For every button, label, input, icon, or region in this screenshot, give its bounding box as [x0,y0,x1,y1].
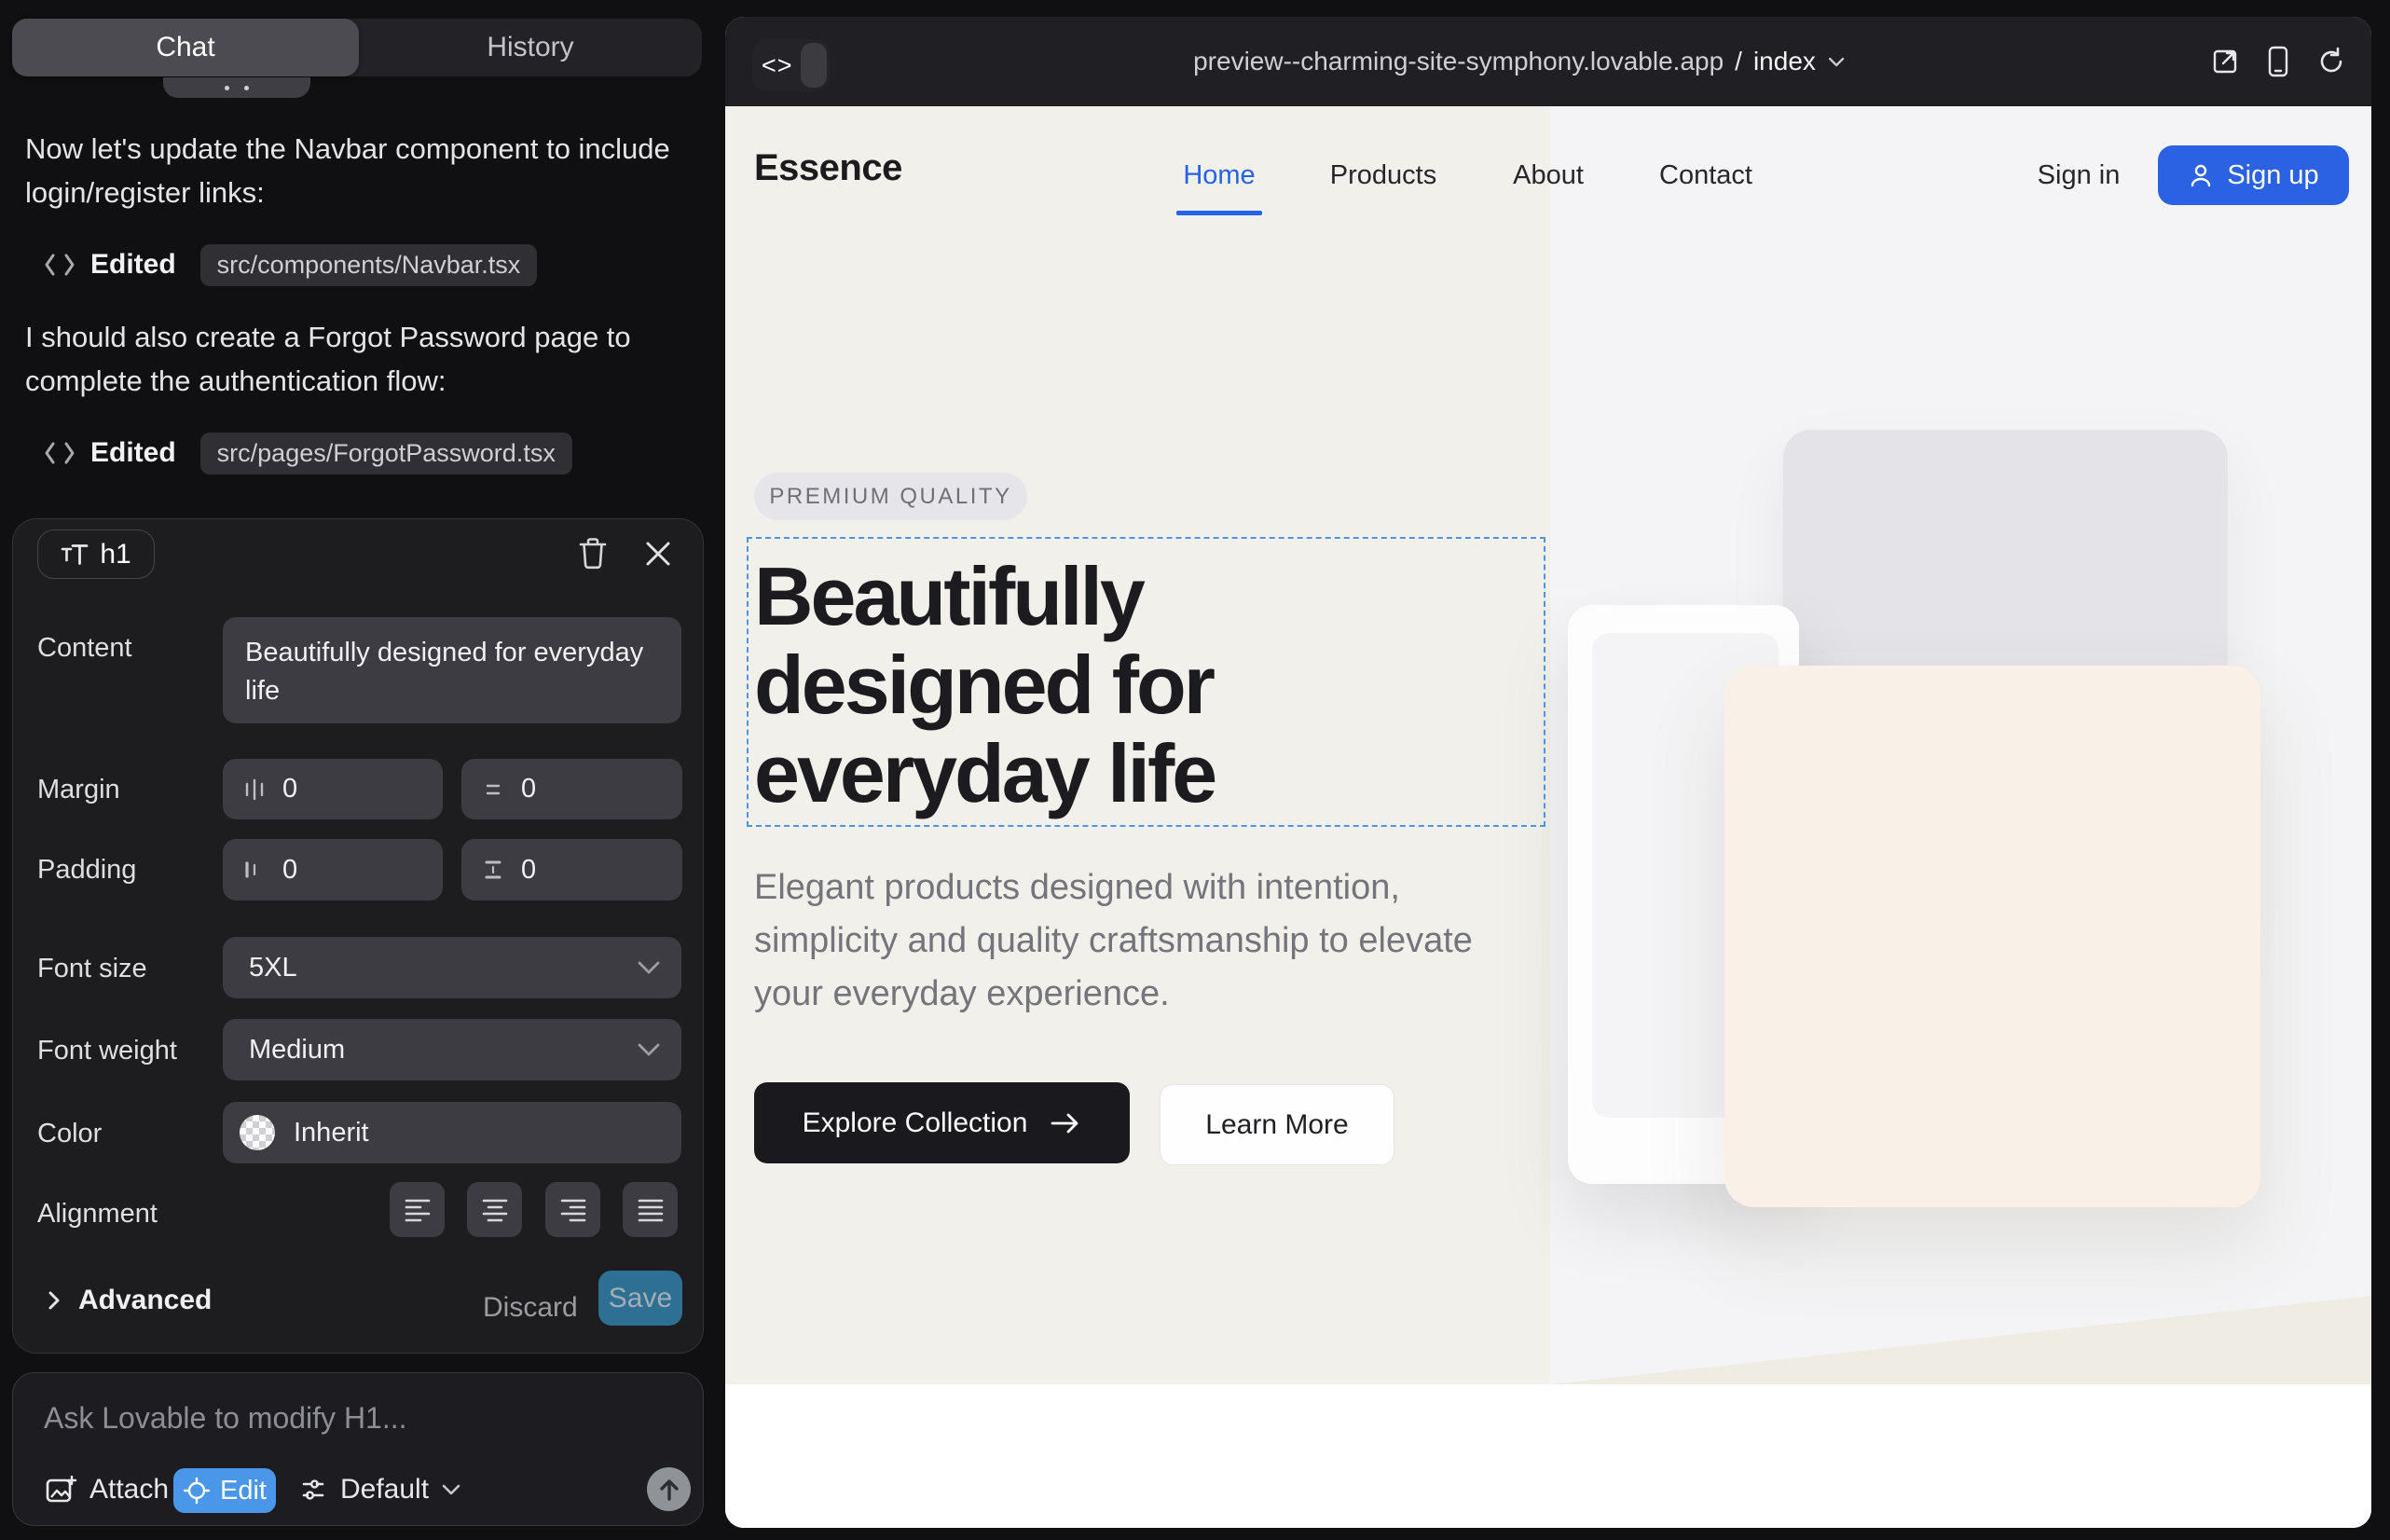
edited-file-row: Edited src/components/Navbar.tsx [44,244,537,285]
content-input[interactable]: Beautifully designed for everyday life [223,617,681,723]
delete-element-button[interactable] [571,532,614,575]
font-weight-select[interactable]: Medium [223,1019,681,1080]
hero-description: Elegant products designed with intention… [754,861,1528,1021]
open-in-new-tab-icon[interactable] [2209,46,2241,77]
padding-vertical-icon [480,857,506,883]
margin-horizontal-icon [241,777,268,803]
align-right-button[interactable] [545,1182,600,1237]
hero-badge: PREMIUM QUALITY [754,473,1027,520]
chevron-down-icon [637,1042,661,1057]
sign-in-link[interactable]: Sign in [2038,160,2121,191]
code-view-icon[interactable]: <> [762,39,793,91]
font-size-label: Font size [37,954,147,984]
nav-link-about[interactable]: About [1513,160,1584,191]
file-chip[interactable]: src/components/Navbar.tsx [200,244,538,286]
margin-label: Margin [37,775,120,805]
explore-collection-button[interactable]: Explore Collection [754,1082,1130,1163]
nav-link-home[interactable]: Home [1183,160,1255,191]
code-icon [44,441,76,465]
alignment-label: Alignment [37,1199,158,1230]
font-weight-label: Font weight [37,1036,177,1066]
nav-link-contact[interactable]: Contact [1659,160,1752,191]
decor-card-cream [1724,666,2260,1207]
site-logo[interactable]: Essence [754,147,902,189]
hero-heading[interactable]: Beautifully designed for everyday life [754,552,1215,818]
chevron-down-icon [441,1483,461,1496]
code-preview-toggle[interactable]: <> [752,39,831,91]
tab-chat[interactable]: Chat [12,19,359,76]
edited-file-row: Edited src/pages/ForgotPassword.tsx [44,433,572,474]
url-separator: / [1735,47,1742,76]
site-viewport: Essence Home Products About Contact Sign… [725,106,2371,1528]
selected-element-pill[interactable]: h1 [37,529,155,579]
padding-x-input[interactable]: 0 [223,839,443,901]
toggle-stub[interactable] [801,43,827,88]
align-center-button[interactable] [467,1182,522,1237]
preview-browser-window: <> preview--charming-site-symphony.lovab… [725,17,2371,1528]
chat-composer[interactable]: Ask Lovable to modify H1... Attach Edit … [12,1372,704,1526]
composer-input[interactable]: Ask Lovable to modify H1... [44,1401,407,1436]
edited-label: Edited [90,437,176,469]
refresh-icon[interactable] [2315,46,2347,77]
chevron-down-icon [637,960,661,975]
active-nav-underline [1176,211,1262,215]
color-select[interactable]: Inherit [223,1102,681,1163]
chat-message: Now let's update the Navbar component to… [25,127,692,214]
save-button[interactable]: Save [598,1271,682,1326]
browser-chrome: <> preview--charming-site-symphony.lovab… [725,17,2371,106]
align-justify-button[interactable] [623,1182,678,1237]
padding-label: Padding [37,855,136,886]
learn-more-button[interactable]: Learn More [1160,1084,1394,1165]
padding-horizontal-icon [241,857,268,883]
tab-history[interactable]: History [359,19,702,76]
arrow-right-icon [1050,1112,1081,1134]
scrolled-chip[interactable] [163,77,310,98]
code-icon [44,253,76,277]
align-left-button[interactable] [390,1182,445,1237]
margin-x-input[interactable]: 0 [223,759,443,819]
default-model-dropdown[interactable]: Default [298,1466,461,1513]
margin-y-input[interactable]: 0 [461,759,682,819]
content-label: Content [37,633,132,664]
edited-label: Edited [90,249,176,281]
chevron-right-icon [47,1289,62,1312]
mobile-view-icon[interactable] [2262,46,2294,77]
advanced-toggle[interactable]: Advanced [47,1285,212,1316]
padding-y-input[interactable]: 0 [461,839,682,901]
user-icon [2188,162,2214,188]
element-tag-label: h1 [100,539,130,571]
close-icon[interactable] [637,532,680,575]
below-hero-section [725,1384,2371,1528]
send-button[interactable] [647,1467,691,1511]
attach-button[interactable]: Attach [44,1466,169,1513]
attach-image-icon [44,1473,77,1506]
sliders-icon [298,1475,328,1505]
url-bar[interactable]: preview--charming-site-symphony.lovable.… [1193,17,1846,106]
chevron-down-icon [1827,56,1846,68]
type-icon [61,541,89,569]
file-chip[interactable]: src/pages/ForgotPassword.tsx [200,433,572,474]
sign-up-button[interactable]: Sign up [2158,145,2349,205]
nav-link-products[interactable]: Products [1330,160,1436,191]
margin-vertical-icon [480,777,506,803]
edit-mode-button[interactable]: Edit [173,1468,276,1513]
arrow-up-icon [658,1478,680,1502]
element-inspector-panel: h1 Content Beautifully designed for ever… [12,518,704,1354]
chat-message: I should also create a Forgot Password p… [25,315,692,403]
color-label: Color [37,1119,102,1149]
discard-button[interactable]: Discard [483,1292,578,1324]
font-size-select[interactable]: 5XL [223,937,681,998]
chat-history-tabs: Chat History [12,19,702,76]
target-icon [183,1477,211,1505]
current-page: index [1753,47,1816,76]
color-swatch [240,1115,275,1150]
preview-url: preview--charming-site-symphony.lovable.… [1193,47,1724,76]
